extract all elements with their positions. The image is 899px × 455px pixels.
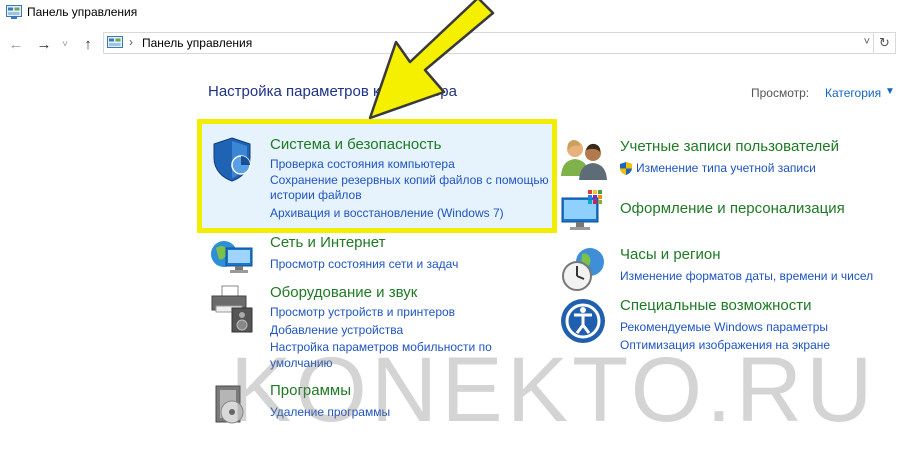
category-heading[interactable]: Оборудование и звук [270, 284, 417, 301]
category-heading[interactable]: Оформление и персонализация [620, 200, 845, 217]
display-palette-icon[interactable] [560, 188, 608, 236]
category-links: Изменение типа учетной записи [620, 159, 899, 177]
window-title: Панель управления [27, 5, 138, 19]
printer-speaker-icon[interactable] [210, 284, 258, 333]
watermark-text: KONEKTO.RU [230, 339, 877, 441]
recent-locations-chevron-icon[interactable]: ˅ [58, 34, 72, 54]
category-links: Изменение форматов даты, времени и чисел [620, 267, 899, 285]
change-account-type-link[interactable]: Изменение типа учетной записи [620, 161, 899, 177]
recommended-settings-link[interactable]: Рекомендуемые Windows параметры [620, 320, 899, 336]
date-time-formats-link[interactable]: Изменение форматов даты, времени и чисел [620, 269, 899, 285]
category-heading[interactable]: Сеть и Интернет [270, 234, 386, 251]
address-dropdown-chevron-icon[interactable]: ˅ [864, 36, 870, 48]
network-globe-icon[interactable] [210, 234, 258, 282]
page-title: Настройка параметров компьютера [208, 83, 457, 100]
view-by-dropdown[interactable]: Категория [825, 86, 881, 100]
control-panel-icon [6, 5, 22, 24]
user-accounts-icon[interactable] [560, 138, 608, 186]
category-links: Проверка состояния компьютера Сохранение… [270, 157, 555, 221]
change-account-type-label: Изменение типа учетной записи [636, 161, 816, 175]
category-heading[interactable]: Система и безопасность [270, 136, 441, 153]
category-heading[interactable]: Специальные возможности [620, 297, 812, 314]
title-bar: Панель управления [0, 0, 899, 26]
up-arrow-icon[interactable]: ↑ [78, 34, 98, 54]
file-history-backup-link[interactable]: Сохранение резервных копий файлов с помо… [270, 173, 555, 204]
devices-printers-link[interactable]: Просмотр устройств и принтеров [270, 305, 555, 321]
navigation-bar: ← → ˅ ↑ › Панель управления ˅ ↻ [0, 28, 899, 60]
backup-restore-link[interactable]: Архивация и восстановление (Windows 7) [270, 206, 555, 222]
address-bar[interactable]: › Панель управления ˅ [103, 32, 874, 54]
clock-globe-icon[interactable] [560, 246, 608, 294]
uac-shield-icon [620, 162, 632, 175]
add-device-link[interactable]: Добавление устройства [270, 323, 555, 339]
breadcrumb-path[interactable]: Панель управления [142, 36, 252, 50]
breadcrumb-separator-icon: › [129, 35, 133, 49]
category-heading[interactable]: Учетные записи пользователей [620, 138, 839, 155]
check-computer-status-link[interactable]: Проверка состояния компьютера [270, 157, 555, 173]
network-status-link[interactable]: Просмотр состояния сети и задач [270, 257, 555, 273]
back-arrow-icon[interactable]: ← [6, 34, 26, 54]
refresh-icon[interactable]: ↻ [874, 32, 896, 54]
view-by-caret-icon[interactable]: ▼ [885, 86, 895, 97]
security-shield-icon[interactable] [210, 136, 258, 184]
view-by-label: Просмотр: [751, 86, 810, 100]
forward-arrow-icon[interactable]: → [34, 34, 54, 54]
category-heading[interactable]: Часы и регион [620, 246, 721, 263]
address-control-panel-icon [107, 36, 123, 55]
category-links: Просмотр состояния сети и задач [270, 255, 555, 273]
